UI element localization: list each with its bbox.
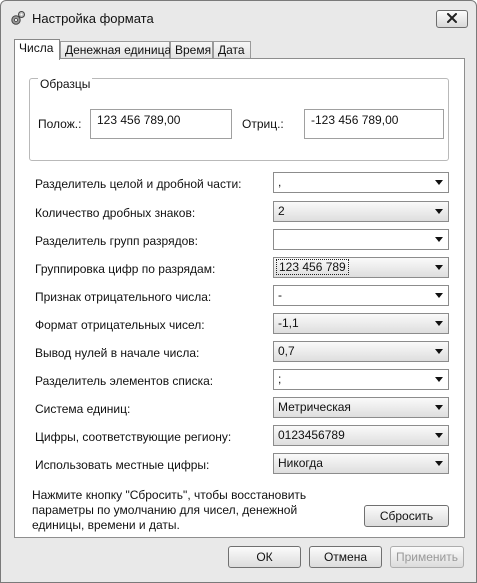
decimal-digits-value: 2 bbox=[278, 204, 285, 218]
apply-button[interactable]: Применить bbox=[390, 546, 464, 568]
reset-description: Нажмите кнопку "Сбросить", чтобы восстан… bbox=[32, 488, 307, 532]
cancel-button[interactable]: Отмена bbox=[309, 546, 382, 568]
digit-grouping-value: 123 456 789 bbox=[276, 259, 349, 275]
leading-zeros-label: Вывод нулей в начале числа: bbox=[35, 346, 200, 360]
native-digits-value: 0123456789 bbox=[278, 428, 345, 442]
use-native-digits-select[interactable]: Никогда bbox=[273, 453, 449, 474]
gear-icon bbox=[10, 10, 26, 26]
negative-sample-value: -123 456 789,00 bbox=[311, 113, 399, 127]
tab-date[interactable]: Дата bbox=[213, 41, 251, 59]
positive-sample-box: 123 456 789,00 bbox=[90, 109, 232, 139]
native-digits-label: Цифры, соответствующие региону: bbox=[35, 430, 232, 444]
decimal-separator-combo[interactable]: , bbox=[273, 172, 449, 193]
decimal-digits-label: Количество дробных знаков: bbox=[35, 206, 196, 220]
reset-button[interactable]: Сбросить bbox=[364, 505, 449, 527]
decimal-separator-label: Разделитель целой и дробной части: bbox=[35, 177, 242, 191]
chevron-down-icon[interactable] bbox=[435, 237, 443, 242]
chevron-down-icon[interactable] bbox=[435, 293, 443, 298]
negative-format-select[interactable]: -1,1 bbox=[273, 313, 449, 334]
negative-sample-label: Отриц.: bbox=[242, 117, 284, 131]
leading-zeros-select[interactable]: 0,7 bbox=[273, 341, 449, 362]
group-separator-combo[interactable] bbox=[273, 229, 449, 250]
use-native-digits-value: Никогда bbox=[278, 456, 323, 470]
chevron-down-icon[interactable] bbox=[435, 405, 443, 410]
measurement-system-label: Система единиц: bbox=[35, 402, 131, 416]
chevron-down-icon[interactable] bbox=[435, 377, 443, 382]
dialog-window: Настройка формата Числа Денежная единица… bbox=[0, 0, 477, 583]
chevron-down-icon[interactable] bbox=[435, 433, 443, 438]
negative-format-label: Формат отрицательных чисел: bbox=[35, 318, 205, 332]
tab-time[interactable]: Время bbox=[170, 41, 213, 59]
chevron-down-icon[interactable] bbox=[435, 209, 443, 214]
list-separator-label: Разделитель элементов списка: bbox=[35, 374, 214, 388]
numbers-tab-panel: Образцы Полож.: 123 456 789,00 Отриц.: -… bbox=[14, 58, 465, 538]
tab-numbers[interactable]: Числа bbox=[14, 39, 60, 60]
title-bar[interactable]: Настройка формата bbox=[1, 1, 476, 35]
positive-sample-label: Полож.: bbox=[38, 117, 82, 131]
chevron-down-icon[interactable] bbox=[435, 180, 443, 185]
samples-group-title: Образцы bbox=[38, 77, 93, 91]
negative-sign-value: - bbox=[278, 288, 282, 302]
list-separator-value: ; bbox=[278, 372, 282, 386]
use-native-digits-label: Использовать местные цифры: bbox=[35, 458, 210, 472]
negative-sign-combo[interactable]: - bbox=[273, 285, 449, 306]
decimal-separator-value: , bbox=[278, 175, 282, 189]
list-separator-combo[interactable]: ; bbox=[273, 369, 449, 390]
chevron-down-icon[interactable] bbox=[435, 461, 443, 466]
leading-zeros-value: 0,7 bbox=[278, 344, 295, 358]
ok-button[interactable]: ОК bbox=[228, 546, 301, 568]
native-digits-select[interactable]: 0123456789 bbox=[273, 425, 449, 446]
close-icon bbox=[446, 12, 458, 26]
decimal-digits-select[interactable]: 2 bbox=[273, 201, 449, 222]
samples-group: Образцы Полож.: 123 456 789,00 Отриц.: -… bbox=[29, 77, 449, 161]
window-title: Настройка формата bbox=[32, 11, 154, 26]
chevron-down-icon[interactable] bbox=[435, 265, 443, 270]
chevron-down-icon[interactable] bbox=[435, 321, 443, 326]
digit-grouping-select[interactable]: 123 456 789 bbox=[273, 257, 449, 278]
tab-currency[interactable]: Денежная единица bbox=[60, 41, 171, 59]
negative-sign-label: Признак отрицательного числа: bbox=[35, 290, 212, 304]
chevron-down-icon[interactable] bbox=[435, 349, 443, 354]
group-separator-label: Разделитель групп разрядов: bbox=[35, 234, 198, 248]
close-button[interactable] bbox=[436, 10, 468, 28]
digit-grouping-label: Группировка цифр по разрядам: bbox=[35, 262, 216, 276]
negative-format-value: -1,1 bbox=[278, 316, 299, 330]
measurement-system-value: Метрическая bbox=[278, 400, 351, 414]
negative-sample-box: -123 456 789,00 bbox=[304, 109, 444, 139]
measurement-system-select[interactable]: Метрическая bbox=[273, 397, 449, 418]
positive-sample-value: 123 456 789,00 bbox=[97, 113, 181, 127]
